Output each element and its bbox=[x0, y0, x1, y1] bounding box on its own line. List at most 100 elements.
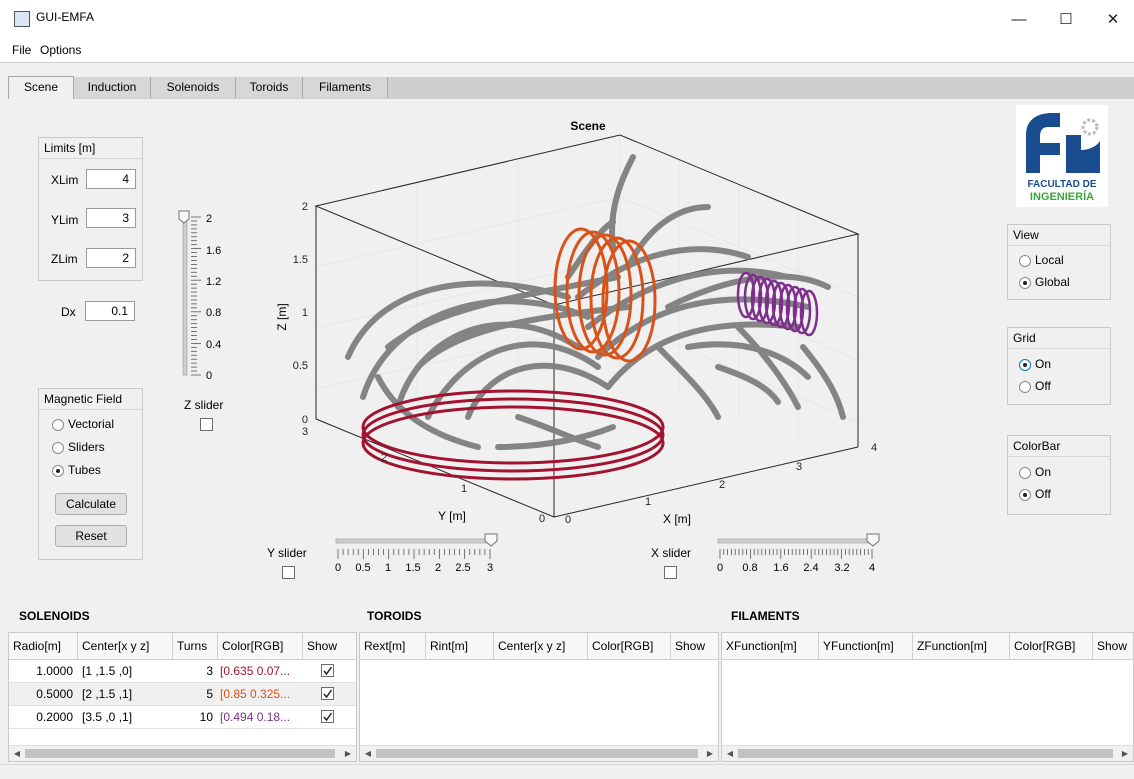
center-cell[interactable]: [1 ,1.5 ,0] bbox=[82, 660, 172, 682]
view-global-radio[interactable] bbox=[1019, 277, 1031, 289]
yslider-tick-label: 3 bbox=[487, 562, 493, 574]
scroll-left-icon[interactable]: ◀ bbox=[10, 747, 24, 760]
z-slider[interactable]: 2 1.6 1.2 0.8 0.4 0 bbox=[176, 209, 236, 389]
column-header[interactable]: XFunction[m] bbox=[722, 633, 819, 659]
tab-toroids[interactable]: Toroids bbox=[236, 77, 303, 98]
colorbar-off-radio[interactable] bbox=[1019, 489, 1031, 501]
view-local-radio[interactable] bbox=[1019, 255, 1031, 267]
z-slider-thumb[interactable] bbox=[178, 210, 190, 224]
scroll-right-icon[interactable]: ▶ bbox=[341, 747, 355, 760]
scroll-thumb[interactable] bbox=[25, 749, 335, 758]
y-slider-label: Y slider bbox=[267, 546, 307, 560]
menu-options[interactable]: Options bbox=[40, 43, 81, 57]
x-slider-checkbox[interactable] bbox=[664, 566, 677, 579]
column-header[interactable]: Color[RGB] bbox=[588, 633, 671, 659]
column-header[interactable]: Rint[m] bbox=[426, 633, 494, 659]
xslider-tick-label: 0 bbox=[717, 562, 723, 574]
column-header[interactable]: YFunction[m] bbox=[819, 633, 913, 659]
color-cell[interactable]: [0.85 0.325... bbox=[220, 683, 302, 705]
column-header[interactable]: Center[x y z] bbox=[494, 633, 588, 659]
menu-bar: File Options bbox=[0, 38, 1134, 63]
y-slider[interactable]: 0 0.5 1 1.5 2 2.5 3 bbox=[330, 531, 510, 577]
table-row[interactable]: 1.0000 [1 ,1.5 ,0] 3 [0.635 0.07... bbox=[9, 660, 356, 683]
radio-cell[interactable]: 1.0000 bbox=[9, 660, 73, 682]
scene-plot[interactable]: Scene 2 1.5 1 0.5 0 Z [m] 3 2 1 0 Y [m] … bbox=[268, 117, 918, 537]
yslider-tick-label: 0 bbox=[335, 562, 341, 574]
column-header[interactable]: Center[x y z] bbox=[78, 633, 173, 659]
grid-on-label: On bbox=[1035, 357, 1052, 371]
toroids-table[interactable]: Rext[m] Rint[m] Center[x y z] Color[RGB]… bbox=[359, 632, 719, 762]
column-header[interactable]: Rext[m] bbox=[360, 633, 426, 659]
window-title: GUI-EMFA bbox=[36, 10, 95, 24]
solenoids-hscrollbar[interactable]: ◀ ▶ bbox=[9, 745, 356, 761]
show-checkbox[interactable] bbox=[321, 664, 334, 677]
scroll-left-icon[interactable]: ◀ bbox=[361, 747, 375, 760]
calculate-button[interactable]: Calculate bbox=[55, 493, 127, 515]
y-slider-thumb[interactable] bbox=[484, 533, 498, 547]
limits-panel-title: Limits [m] bbox=[39, 138, 142, 159]
menu-file[interactable]: File bbox=[12, 43, 31, 57]
scroll-right-icon[interactable]: ▶ bbox=[703, 747, 717, 760]
tab-filaments[interactable]: Filaments bbox=[303, 77, 388, 98]
scroll-left-icon[interactable]: ◀ bbox=[723, 747, 737, 760]
column-header[interactable]: Radio[m] bbox=[9, 633, 78, 659]
fi-logo-icon bbox=[1026, 113, 1100, 173]
filaments-table[interactable]: XFunction[m] YFunction[m] ZFunction[m] C… bbox=[721, 632, 1134, 762]
turns-cell[interactable]: 10 bbox=[173, 706, 213, 728]
column-header[interactable]: Color[RGB] bbox=[1010, 633, 1093, 659]
grid-off-radio[interactable] bbox=[1019, 381, 1031, 393]
column-header[interactable]: Color[RGB] bbox=[218, 633, 303, 659]
scroll-thumb[interactable] bbox=[738, 749, 1113, 758]
color-cell[interactable]: [0.494 0.18... bbox=[220, 706, 302, 728]
filaments-hscrollbar[interactable]: ◀ ▶ bbox=[722, 745, 1133, 761]
grid-on-radio[interactable] bbox=[1019, 359, 1031, 371]
column-header[interactable]: Show bbox=[671, 633, 718, 659]
colorbar-off-label: Off bbox=[1035, 487, 1051, 501]
y-tick-label: 0 bbox=[539, 513, 545, 525]
solenoids-section-title: SOLENOIDS bbox=[19, 609, 90, 623]
xslider-tick-label: 1.6 bbox=[773, 562, 788, 574]
x-slider[interactable]: 0 0.8 1.6 2.4 3.2 4 bbox=[712, 531, 892, 577]
x-slider-thumb[interactable] bbox=[866, 533, 880, 547]
tubes-radio[interactable] bbox=[52, 465, 64, 477]
vectorial-radio[interactable] bbox=[52, 419, 64, 431]
toroids-hscrollbar[interactable]: ◀ ▶ bbox=[360, 745, 718, 761]
close-button[interactable]: ✕ bbox=[1090, 6, 1134, 34]
center-cell[interactable]: [2 ,1.5 ,1] bbox=[82, 683, 172, 705]
table-row[interactable]: 0.2000 [3.5 ,0 ,1] 10 [0.494 0.18... bbox=[9, 706, 356, 729]
show-checkbox[interactable] bbox=[321, 710, 334, 723]
ylim-input[interactable]: 3 bbox=[86, 208, 136, 228]
column-header[interactable]: Show bbox=[303, 633, 356, 659]
show-checkbox[interactable] bbox=[321, 687, 334, 700]
tab-induction[interactable]: Induction bbox=[74, 77, 151, 98]
column-header[interactable]: ZFunction[m] bbox=[913, 633, 1010, 659]
column-header[interactable]: Show bbox=[1093, 633, 1133, 659]
y-slider-checkbox[interactable] bbox=[282, 566, 295, 579]
filaments-table-header: XFunction[m] YFunction[m] ZFunction[m] C… bbox=[722, 633, 1133, 660]
maximize-button[interactable]: ☐ bbox=[1043, 6, 1089, 34]
magnetic-field-title: Magnetic Field bbox=[39, 389, 142, 410]
sliders-radio[interactable] bbox=[52, 442, 64, 454]
table-row[interactable]: 0.5000 [2 ,1.5 ,1] 5 [0.85 0.325... bbox=[9, 683, 356, 706]
solenoids-table[interactable]: Radio[m] Center[x y z] Turns Color[RGB] … bbox=[8, 632, 357, 762]
column-header[interactable]: Turns bbox=[173, 633, 218, 659]
scroll-thumb[interactable] bbox=[376, 749, 698, 758]
center-cell[interactable]: [3.5 ,0 ,1] bbox=[82, 706, 172, 728]
zlim-input[interactable]: 2 bbox=[86, 248, 136, 268]
reset-button[interactable]: Reset bbox=[55, 525, 127, 547]
z-tick-label: 1.5 bbox=[293, 254, 308, 266]
turns-cell[interactable]: 3 bbox=[173, 660, 213, 682]
tab-scene[interactable]: Scene bbox=[8, 76, 74, 100]
xlim-input[interactable]: 4 bbox=[86, 169, 136, 189]
minimize-button[interactable]: — bbox=[996, 6, 1042, 34]
dx-input[interactable]: 0.1 bbox=[85, 301, 135, 321]
radio-cell[interactable]: 0.5000 bbox=[9, 683, 73, 705]
grid-panel: Grid On Off bbox=[1007, 327, 1111, 405]
turns-cell[interactable]: 5 bbox=[173, 683, 213, 705]
tab-solenoids[interactable]: Solenoids bbox=[151, 77, 236, 98]
scroll-right-icon[interactable]: ▶ bbox=[1118, 747, 1132, 760]
color-cell[interactable]: [0.635 0.07... bbox=[220, 660, 302, 682]
radio-cell[interactable]: 0.2000 bbox=[9, 706, 73, 728]
colorbar-on-radio[interactable] bbox=[1019, 467, 1031, 479]
z-slider-checkbox[interactable] bbox=[200, 418, 213, 431]
